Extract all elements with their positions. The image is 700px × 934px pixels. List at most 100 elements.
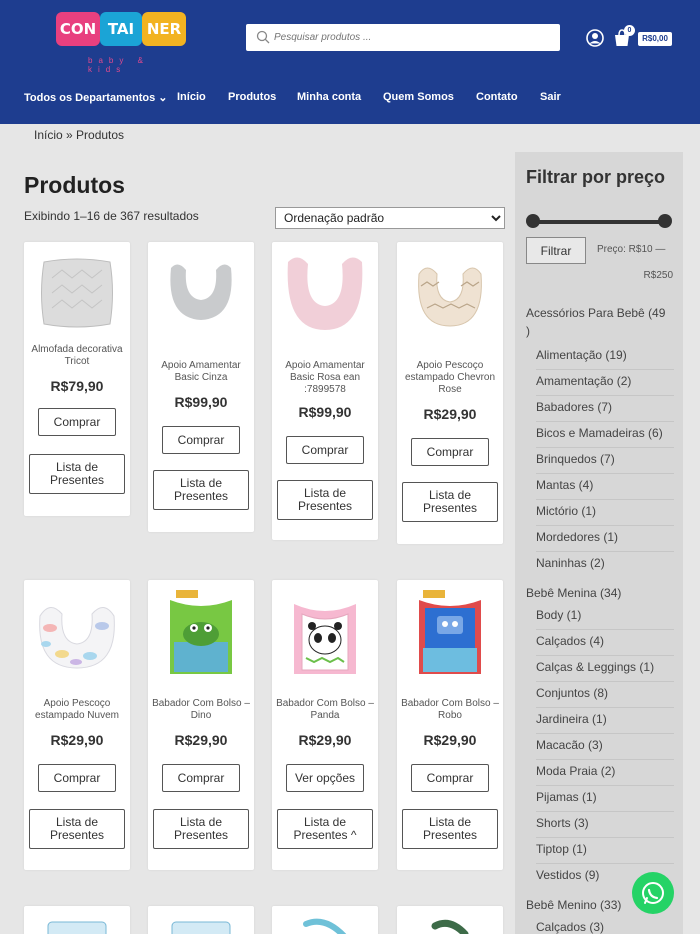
gift-list-button[interactable]: Lista de Presentes: [277, 480, 373, 520]
product-card[interactable]: Almofada decorativa Tricot R$79,90 Compr…: [24, 242, 130, 516]
category-moda-praia[interactable]: Moda Praia (2): [536, 760, 674, 786]
price-slider-track[interactable]: [531, 220, 665, 224]
view-options-button[interactable]: Ver opções: [286, 764, 364, 792]
logo-tagline: baby & kids: [88, 56, 149, 74]
nav-all-departments[interactable]: Todos os Departamentos ⌄: [24, 91, 168, 104]
gift-list-button[interactable]: Lista de Presentes: [29, 454, 125, 494]
category-mictorio[interactable]: Mictório (1): [536, 500, 674, 526]
category-babadores[interactable]: Babadores (7): [536, 396, 674, 422]
category-shorts[interactable]: Shorts (3): [536, 812, 674, 838]
category-calcados-menino[interactable]: Calçados (3): [536, 916, 674, 934]
category-jardineira[interactable]: Jardineira (1): [536, 708, 674, 734]
product-card[interactable]: Babador Com Bolso – Panda R$29,90 Ver op…: [272, 580, 378, 870]
product-name[interactable]: Babador Com Bolso – Robo: [401, 698, 499, 722]
gift-list-button[interactable]: Lista de Presentes: [153, 809, 249, 849]
category-alimentacao[interactable]: Alimentação (19): [536, 344, 674, 370]
product-name[interactable]: Apoio Amamentar Basic Rosa ean :7899578: [276, 360, 374, 396]
category-pijamas[interactable]: Pijamas (1): [536, 786, 674, 812]
product-price: R$99,90: [174, 394, 228, 410]
product-image-pillow[interactable]: [32, 248, 122, 338]
gift-list-button[interactable]: Lista de Presentes: [153, 470, 249, 510]
product-image-partial[interactable]: [405, 912, 495, 934]
product-image-partial[interactable]: [280, 912, 370, 934]
product-image-bib-robot[interactable]: [405, 586, 495, 676]
product-card[interactable]: Apoio Pescoço estampado Nuvem R$29,90 Co…: [24, 580, 130, 870]
logo-block-3: NER: [142, 12, 186, 46]
product-image-partial[interactable]: [156, 912, 246, 934]
breadcrumb[interactable]: Início » Produtos: [34, 128, 124, 142]
product-card[interactable]: Apoio Amamentar Basic Cinza R$99,90 Comp…: [148, 242, 254, 532]
buy-button[interactable]: Comprar: [411, 438, 489, 466]
product-card[interactable]: Apoio Pescoço estampado Chevron Rose R$2…: [397, 242, 503, 544]
product-price: R$29,90: [423, 732, 477, 748]
nav-sair[interactable]: Sair: [540, 91, 561, 103]
category-tiptop[interactable]: Tiptop (1): [536, 838, 674, 864]
gift-list-button[interactable]: Lista de Presentes: [402, 809, 498, 849]
search-icon[interactable]: [256, 30, 270, 44]
search-bar[interactable]: [246, 24, 560, 51]
whatsapp-button[interactable]: [632, 872, 674, 914]
price-slider-min-handle[interactable]: [526, 214, 540, 228]
product-card[interactable]: [397, 906, 503, 934]
gift-list-button[interactable]: Lista de Presentes: [29, 809, 125, 849]
product-card[interactable]: [148, 906, 254, 934]
product-price: R$79,90: [50, 378, 104, 394]
category-mantas[interactable]: Mantas (4): [536, 474, 674, 500]
cart-count-badge: 0: [624, 25, 635, 36]
buy-button[interactable]: Comprar: [38, 764, 116, 792]
category-conjuntos[interactable]: Conjuntos (8): [536, 682, 674, 708]
sidebar: Filtrar por preço Filtrar Preço: R$10 — …: [515, 152, 683, 934]
product-card[interactable]: [272, 906, 378, 934]
product-name[interactable]: Babador Com Bolso – Dino: [152, 698, 250, 722]
cart-total[interactable]: R$0,00: [638, 32, 672, 46]
nav-produtos[interactable]: Produtos: [228, 91, 276, 103]
category-bebe-menina[interactable]: Bebê Menina (34): [526, 586, 621, 600]
gift-list-button[interactable]: Lista de Presentes ^: [277, 809, 373, 849]
nav-contato[interactable]: Contato: [476, 91, 518, 103]
buy-button[interactable]: Comprar: [162, 426, 240, 454]
product-name[interactable]: Apoio Pescoço estampado Chevron Rose: [401, 360, 499, 396]
product-card[interactable]: [24, 906, 130, 934]
category-calcados[interactable]: Calçados (4): [536, 630, 674, 656]
price-slider-max-handle[interactable]: [658, 214, 672, 228]
logo[interactable]: CON TAI NER baby & kids: [56, 12, 188, 74]
site-header: CON TAI NER baby & kids 0 R$0,00 Todos o…: [0, 0, 700, 124]
product-card[interactable]: Babador Com Bolso – Robo R$29,90 Comprar…: [397, 580, 503, 870]
category-brinquedos[interactable]: Brinquedos (7): [536, 448, 674, 474]
product-card[interactable]: Apoio Amamentar Basic Rosa ean :7899578 …: [272, 242, 378, 540]
buy-button[interactable]: Comprar: [38, 408, 116, 436]
nav-inicio[interactable]: Início: [177, 91, 206, 103]
filter-button[interactable]: Filtrar: [526, 237, 586, 264]
product-name[interactable]: Apoio Amamentar Basic Cinza: [152, 360, 250, 384]
product-name[interactable]: Almofada decorativa Tricot: [28, 344, 126, 368]
product-image-neck-pillow-chevron[interactable]: [405, 248, 495, 338]
buy-button[interactable]: Comprar: [162, 764, 240, 792]
nav-quem-somos[interactable]: Quem Somos: [383, 91, 454, 103]
product-name[interactable]: Apoio Pescoço estampado Nuvem: [28, 698, 126, 722]
buy-button[interactable]: Comprar: [286, 436, 364, 464]
category-acessorios[interactable]: Acessórios Para Bebê (49: [526, 306, 665, 320]
category-macacao[interactable]: Macacão (3): [536, 734, 674, 760]
search-input[interactable]: [274, 24, 554, 51]
product-image-nursing-pillow-grey[interactable]: [156, 248, 246, 338]
sort-select[interactable]: Ordenação padrão: [275, 207, 505, 229]
nav-minha-conta[interactable]: Minha conta: [297, 91, 361, 103]
category-bebe-menino[interactable]: Bebê Menino (33): [526, 898, 621, 912]
category-mordedores[interactable]: Mordedores (1): [536, 526, 674, 552]
product-name[interactable]: Babador Com Bolso – Panda: [276, 698, 374, 722]
product-image-bib-panda[interactable]: [280, 586, 370, 676]
category-body[interactable]: Body (1): [536, 604, 674, 630]
product-image-partial[interactable]: [32, 912, 122, 934]
category-calcas-leggings[interactable]: Calças & Leggings (1): [536, 656, 674, 682]
gift-list-button[interactable]: Lista de Presentes: [402, 482, 498, 522]
page-title: Produtos: [24, 172, 125, 198]
user-icon[interactable]: [586, 29, 604, 47]
product-image-nursing-pillow-pink[interactable]: [280, 248, 370, 338]
buy-button[interactable]: Comprar: [411, 764, 489, 792]
category-naninhas[interactable]: Naninhas (2): [536, 552, 674, 578]
product-image-neck-pillow-clouds[interactable]: [32, 586, 122, 676]
category-bicos-mamadeiras[interactable]: Bicos e Mamadeiras (6): [536, 422, 674, 448]
product-image-bib-dino[interactable]: [156, 586, 246, 676]
product-card[interactable]: Babador Com Bolso – Dino R$29,90 Comprar…: [148, 580, 254, 870]
category-amamentacao[interactable]: Amamentação (2): [536, 370, 674, 396]
